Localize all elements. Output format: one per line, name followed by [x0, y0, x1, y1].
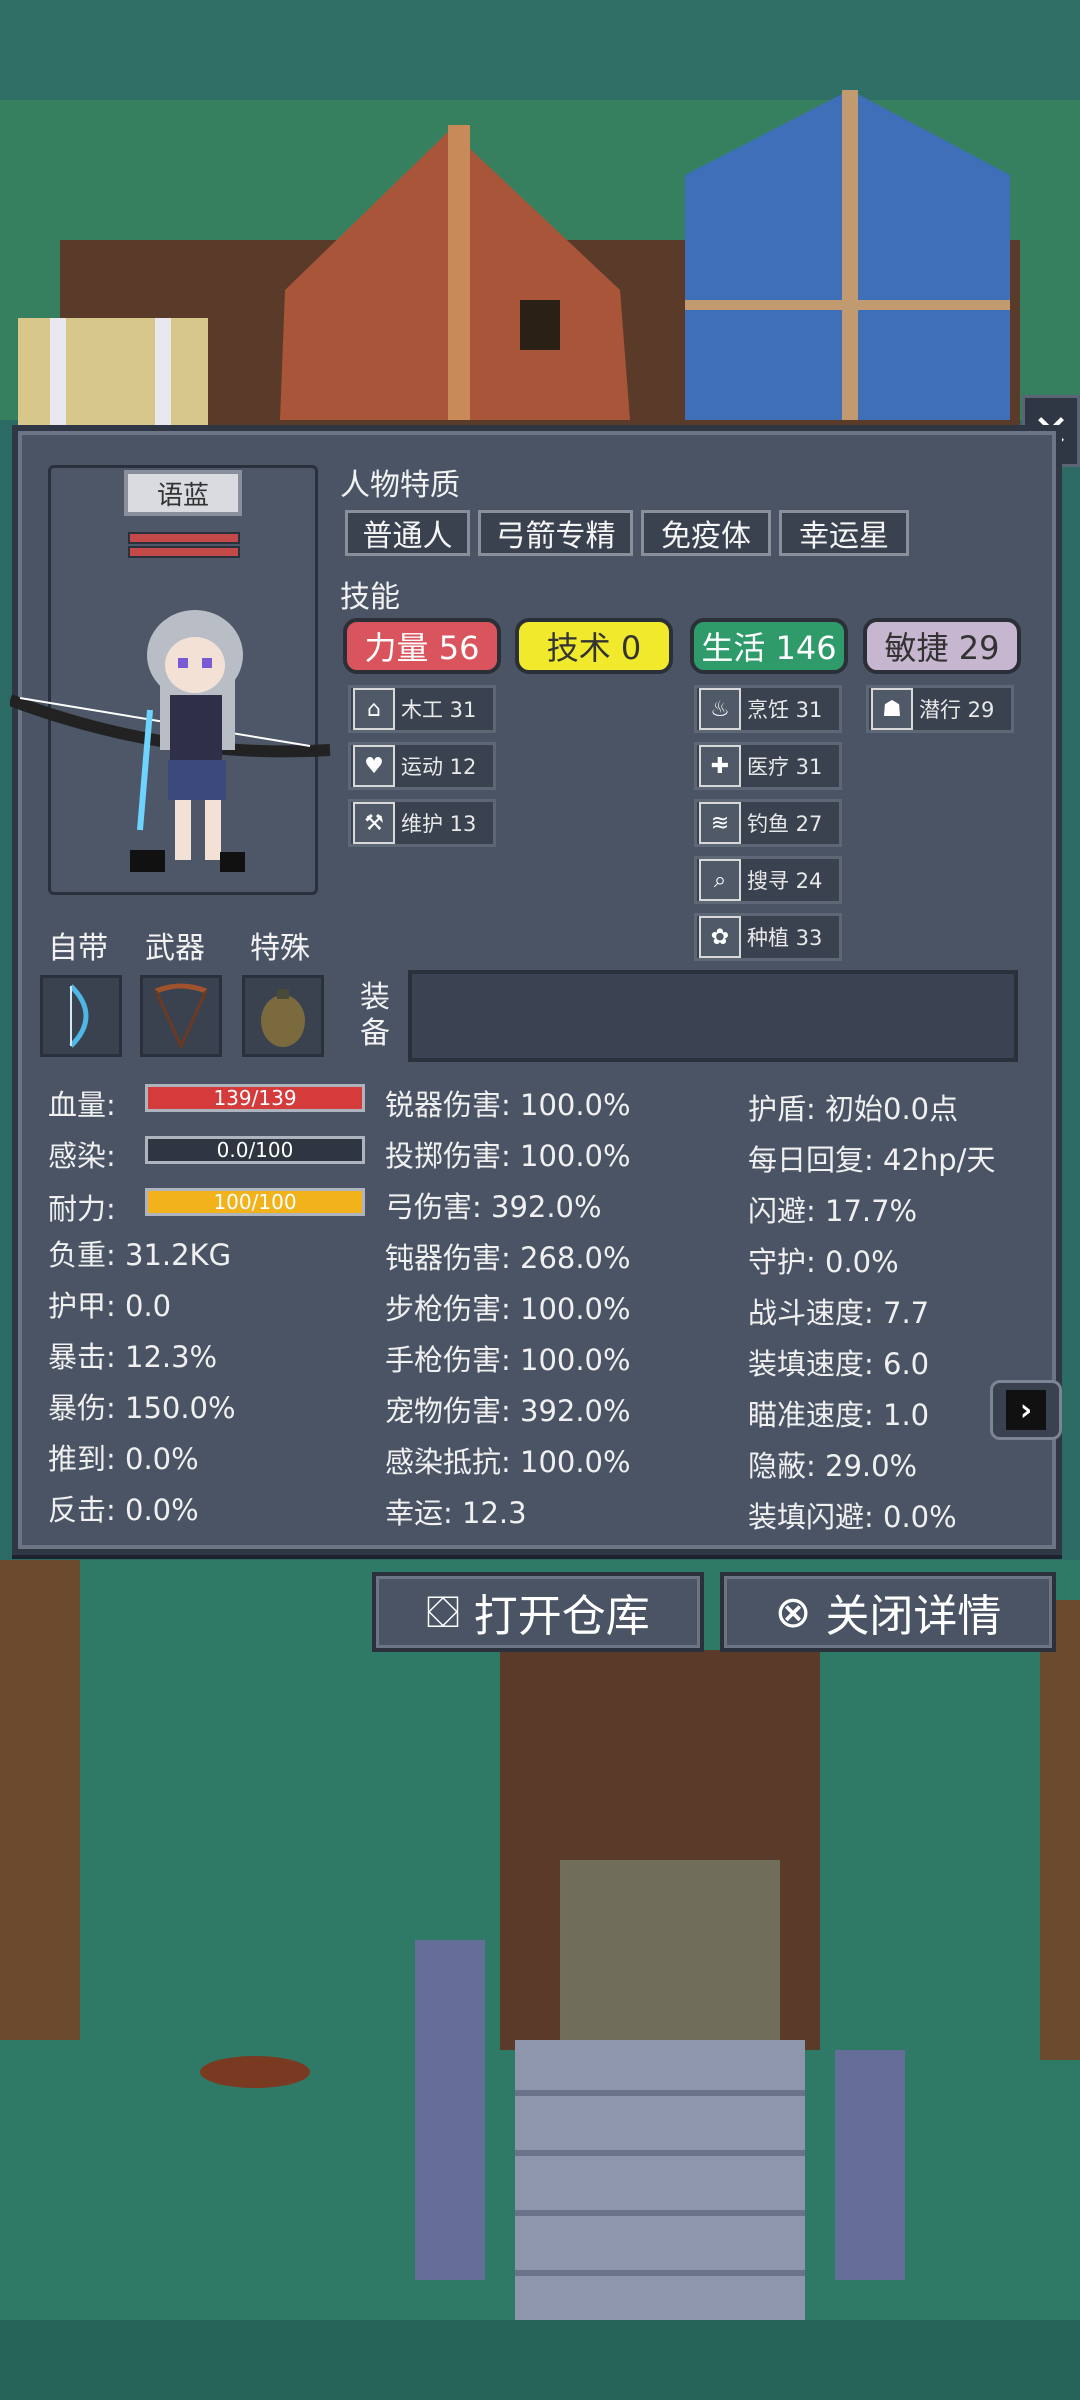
stat-shield: 护盾: 初始0.0点 — [748, 1092, 959, 1126]
sub-skill-carpentry[interactable]: ⌂ 木工 31 — [348, 685, 496, 733]
hp-label: 血量: — [48, 1088, 116, 1122]
close-details-label: 关闭详情 — [825, 1591, 1002, 1642]
hp-bar: 139/139 — [145, 1084, 365, 1112]
sub-skill-medical[interactable]: ✚ 医疗 31 — [694, 742, 842, 790]
stat-crit-damage: 暴伤: 150.0% — [48, 1391, 236, 1425]
traits-title: 人物特质 — [340, 468, 460, 503]
stat-reload-speed: 装填速度: 6.0 — [748, 1347, 930, 1381]
fish-icon: ≋ — [699, 802, 741, 844]
open-storage-button[interactable]: ⛋ 打开仓库 — [372, 1572, 704, 1652]
stat-aim-speed: 瞄准速度: 1.0 — [748, 1398, 930, 1432]
stat-infection-resist: 感染抵抗: 100.0% — [385, 1445, 631, 1479]
equip-label: 装备 — [360, 980, 390, 1051]
sub-skill-label: 搜寻 24 — [747, 869, 823, 893]
trait-tag[interactable]: 弓箭专精 — [478, 510, 633, 556]
stat-combat-speed: 战斗速度: 7.7 — [748, 1296, 930, 1330]
sub-skill-label: 维护 13 — [401, 812, 477, 836]
blue-bow-icon — [69, 984, 89, 1048]
stat-daily-regen: 每日回复: 42hp/天 — [748, 1143, 996, 1177]
sub-skill-label: 钓鱼 27 — [747, 812, 823, 836]
equipment-slot-area[interactable] — [408, 970, 1018, 1062]
skill-strength[interactable]: 力量 56 — [343, 618, 501, 674]
stat-crit: 暴击: 12.3% — [48, 1340, 218, 1374]
slot-label-weapon: 武器 — [145, 931, 205, 966]
sub-skill-exercise[interactable]: ♥ 运动 12 — [348, 742, 496, 790]
stat-dodge: 闪避: 17.7% — [748, 1194, 918, 1228]
sub-skill-label: 烹饪 31 — [747, 698, 823, 722]
stat-pistol-damage: 手枪伤害: 100.0% — [385, 1343, 631, 1377]
open-storage-label: 打开仓库 — [473, 1591, 650, 1642]
stat-luck: 幸运: 12.3 — [385, 1496, 527, 1530]
infection-bar-text: 0.0/100 — [216, 1138, 294, 1162]
bow-icon — [154, 983, 208, 1050]
house-icon: ⌂ — [353, 688, 395, 730]
sub-skill-maintenance[interactable]: ⚒ 维护 13 — [348, 799, 496, 847]
stat-reload-dodge: 装填闪避: 0.0% — [748, 1500, 957, 1534]
sub-skill-label: 潜行 29 — [919, 698, 995, 722]
stat-sharp-damage: 锐器伤害: 100.0% — [385, 1088, 631, 1122]
close-details-button[interactable]: ⊗ 关闭详情 — [720, 1572, 1056, 1652]
infection-label: 感染: — [48, 1139, 116, 1173]
heart-icon: ♥ — [353, 745, 395, 787]
slot-self[interactable] — [40, 975, 122, 1057]
sub-skill-label: 种植 33 — [747, 926, 823, 950]
trait-tag[interactable]: 免疫体 — [641, 510, 771, 556]
character-portrait — [10, 610, 331, 872]
stamina-bar-text: 100/100 — [213, 1190, 297, 1214]
stat-armor: 护甲: 0.0 — [48, 1289, 172, 1323]
stat-rifle-damage: 步枪伤害: 100.0% — [385, 1292, 631, 1326]
stat-knockdown: 推到: 0.0% — [48, 1442, 199, 1476]
sub-skill-fishing[interactable]: ≋ 钓鱼 27 — [694, 799, 842, 847]
stat-stealth: 隐蔽: 29.0% — [748, 1449, 918, 1483]
stat-weight: 负重: 31.2KG — [48, 1238, 232, 1272]
slot-label-special: 特殊 — [250, 931, 310, 966]
skill-agility[interactable]: 敏捷 29 — [863, 618, 1021, 674]
slot-label-self: 自带 — [48, 931, 108, 966]
infection-bar: 0.0/100 — [145, 1136, 365, 1164]
sub-skill-planting[interactable]: ✿ 种植 33 — [694, 913, 842, 961]
trait-tag[interactable]: 普通人 — [345, 510, 470, 556]
skill-life[interactable]: 生活 146 — [690, 618, 848, 674]
skill-technique[interactable]: 技术 0 — [515, 618, 673, 674]
flower-icon: ✿ — [699, 916, 741, 958]
stat-pet-damage: 宠物伤害: 392.0% — [385, 1394, 631, 1428]
wrench-icon: ⚒ — [353, 802, 395, 844]
sub-skill-label: 木工 31 — [401, 698, 477, 722]
sub-skill-label: 运动 12 — [401, 755, 477, 779]
stat-guard: 守护: 0.0% — [748, 1245, 899, 1279]
trait-tag[interactable]: 幸运星 — [779, 510, 909, 556]
slot-weapon[interactable] — [140, 975, 222, 1057]
character-name: 语蓝 — [124, 470, 242, 516]
stat-counter: 反击: 0.0% — [48, 1493, 199, 1527]
sub-skill-sneak[interactable]: ☗ 潜行 29 — [866, 685, 1014, 733]
stat-throw-damage: 投掷伤害: 100.0% — [385, 1139, 631, 1173]
character-mini-bars — [128, 532, 240, 558]
stat-bow-damage: 弓伤害: 392.0% — [385, 1190, 602, 1224]
chevron-right-icon: › — [1006, 1390, 1046, 1430]
magnifier-icon: ⌕ — [699, 859, 741, 901]
stat-blunt-damage: 钝器伤害: 268.0% — [385, 1241, 631, 1275]
grenade-icon — [261, 989, 305, 1047]
medkit-icon: ✚ — [699, 745, 741, 787]
stamina-bar: 100/100 — [145, 1188, 365, 1216]
hp-bar-text: 139/139 — [213, 1086, 297, 1110]
sub-skill-label: 医疗 31 — [747, 755, 823, 779]
skills-title: 技能 — [340, 580, 400, 615]
circle-x-icon: ⊗ — [774, 1586, 812, 1638]
next-page-button[interactable]: › — [990, 1380, 1062, 1440]
pot-icon: ♨ — [699, 688, 741, 730]
sneak-icon: ☗ — [871, 688, 913, 730]
storage-icon: ⛋ — [426, 1586, 460, 1638]
sub-skill-search[interactable]: ⌕ 搜寻 24 — [694, 856, 842, 904]
slot-special[interactable] — [242, 975, 324, 1057]
stamina-label: 耐力: — [48, 1192, 116, 1226]
sub-skill-cooking[interactable]: ♨ 烹饪 31 — [694, 685, 842, 733]
